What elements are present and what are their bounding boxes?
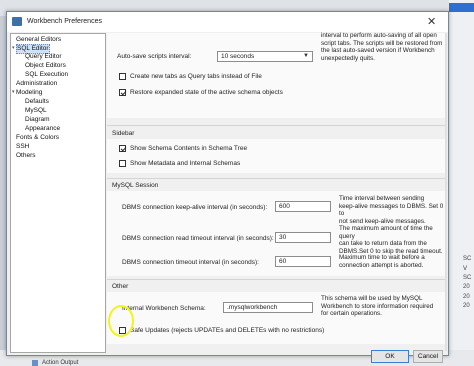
internal-schema-description: This schema will be used by MySQL Workbe… [321,295,434,318]
close-icon[interactable]: ✕ [427,15,436,28]
autosave-interval-description: interval to perform auto-saving of all o… [321,32,443,62]
background-blue-strip [449,3,474,12]
autosave-interval-value: 10 seconds [221,53,255,60]
section-divider [107,279,445,280]
tree-item-general-editors[interactable]: General Editors [16,36,61,44]
tree-item-ssh[interactable]: SSH [16,143,29,151]
background-app-panel: SC Ⅴ SC 20 20 20 [449,0,474,366]
expand-icon[interactable]: ▾ [12,45,15,51]
read-timeout-description: The maximum amount of time the query can… [339,225,443,255]
connection-timeout-label: DBMS connection timeout interval (in sec… [122,259,259,266]
create-new-tabs-label: Create new tabs as Query tabs instead of… [130,73,262,80]
section-divider [107,178,445,179]
mysql-session-section-header: MySQL Session [112,182,159,189]
workbench-app-icon [12,17,22,26]
background-text: 20 [463,303,470,309]
internal-schema-input[interactable]: .mysqlworkbench [223,302,313,313]
background-text: Ⅴ [463,266,468,272]
internal-schema-label: Internal Workbench Schema: [122,305,206,312]
tree-item-mysql[interactable]: MySQL [25,107,47,115]
show-schema-contents-checkbox[interactable] [119,145,126,152]
chevron-down-icon: ▼ [303,53,309,59]
preferences-content: Auto-save scripts interval: 10 seconds ▼… [107,32,445,363]
autosave-interval-select[interactable]: 10 seconds ▼ [217,51,313,62]
tree-item-others[interactable]: Others [16,152,36,160]
keepalive-interval-label: DBMS connection keep-alive interval (in … [122,204,268,211]
keepalive-interval-description: Time interval between sending keep-alive… [339,195,444,225]
restore-expanded-state-checkbox[interactable] [119,89,126,96]
preferences-dialog: Workbench Preferences ✕ General Editors … [6,11,449,363]
dialog-titlebar: Workbench Preferences ✕ [7,12,448,32]
tree-item-query-editor[interactable]: Query Editor [25,53,62,61]
background-text: SC [463,256,472,262]
restore-expanded-state-label: Restore expanded state of the active sch… [130,89,283,96]
tree-item-administration[interactable]: Administration [16,80,57,88]
other-section-header: Other [112,283,129,290]
read-timeout-input[interactable]: 30 [275,232,331,243]
autosave-interval-label: Auto-save scripts interval: [117,53,192,60]
tree-item-fonts-colors[interactable]: Fonts & Colors [16,134,59,142]
tree-item-defaults[interactable]: Defaults [25,98,49,106]
show-schema-contents-label: Show Schema Contents in Schema Tree [130,145,248,152]
tree-item-object-editors[interactable]: Object Editors [25,62,66,70]
output-icon [32,360,38,366]
yellow-highlight-annotation [108,305,134,337]
background-text: SC [463,275,472,281]
action-output-tab[interactable]: Action Output [42,360,78,366]
keepalive-interval-input[interactable]: 600 [275,201,331,212]
connection-timeout-description: Maximum time to wait before a connection… [339,254,425,269]
background-text: 20 [463,284,470,290]
dialog-title: Workbench Preferences [27,18,102,25]
preferences-category-tree: General Editors ▾ SQL Editor Query Edito… [10,33,106,353]
read-timeout-label: DBMS connection read timeout interval (i… [122,235,274,242]
show-metadata-label: Show Metadata and Internal Schemas [130,160,241,167]
connection-timeout-input[interactable]: 60 [275,256,331,267]
tree-item-sql-execution[interactable]: SQL Execution [25,71,68,79]
show-metadata-checkbox[interactable] [119,160,126,167]
tree-item-modeling[interactable]: Modeling [16,89,42,97]
tree-item-diagram[interactable]: Diagram [25,116,50,124]
expand-icon[interactable]: ▾ [12,89,15,95]
sidebar-section-header: Sidebar [112,130,135,137]
section-divider [107,125,445,126]
content-scrollbar[interactable] [445,33,447,351]
safe-updates-label: Safe Updates (rejects UPDATEs and DELETE… [130,327,325,334]
tree-item-appearance[interactable]: Appearance [25,125,60,133]
ok-button[interactable]: OK [371,350,409,363]
create-new-tabs-checkbox[interactable] [119,73,126,80]
cancel-button[interactable]: Cancel [413,350,443,363]
background-text: 20 [463,294,470,300]
